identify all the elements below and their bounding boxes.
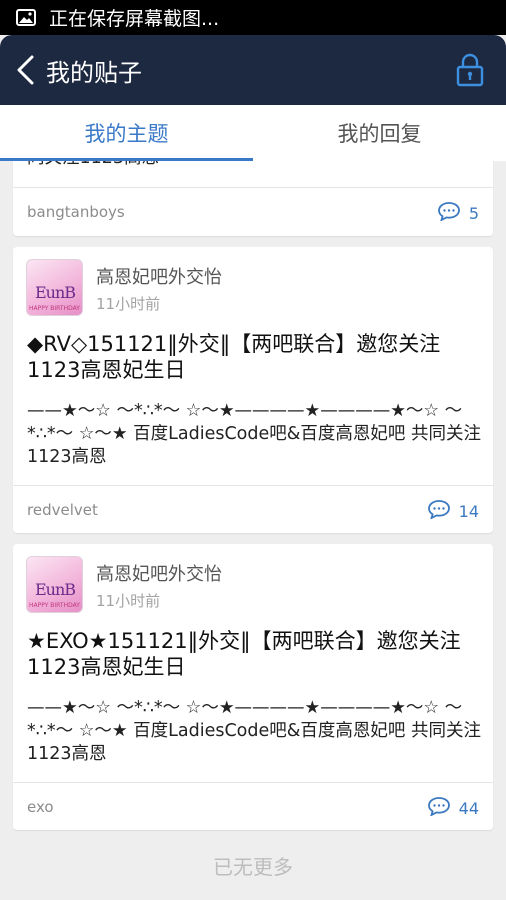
image-icon <box>15 9 37 27</box>
comment-count[interactable]: 44 <box>427 796 479 820</box>
comment-count-value: 5 <box>468 203 479 223</box>
tab-label: 我的回复 <box>337 122 422 146</box>
avatar-caption: HAPPY BIRTHDAY <box>29 602 80 609</box>
divider <box>13 187 493 188</box>
post-title[interactable]: ◆RV◇151121‖外交‖【两吧联合】邀您关注1123高恩妃生日 <box>27 331 477 383</box>
post-author[interactable]: 高恩妃吧外交怡 <box>96 263 222 289</box>
status-text: 正在保存屏幕截图... <box>49 8 220 30</box>
avatar-text: EunB <box>35 283 76 302</box>
tab-my-replies[interactable]: 我的回复 <box>253 105 506 161</box>
comment-count-value: 14 <box>458 501 479 521</box>
comment-bubble-icon <box>427 796 451 820</box>
divider <box>13 782 493 783</box>
comment-bubble-icon <box>437 201 461 225</box>
avatar-caption: HAPPY BIRTHDAY <box>29 305 80 312</box>
post-body: 同关注1123高恩 <box>27 161 159 170</box>
post-tag[interactable]: bangtanboys <box>27 203 125 221</box>
page-title: 我的贴子 <box>46 59 142 87</box>
tab-bar: 我的主题 我的回复 <box>0 105 506 161</box>
chevron-left-icon[interactable] <box>14 54 38 86</box>
post-list[interactable]: 同关注1123高恩 bangtanboys 5 EunB HAPPY BIRTH… <box>0 161 506 900</box>
lock-icon[interactable] <box>456 53 484 87</box>
post-tag[interactable]: exo <box>27 798 54 816</box>
post-body: ——★～☆ ～*∴*～ ☆～★————★————★～☆ ～*∴*～ ☆～★ 百度… <box>27 401 481 467</box>
post-card[interactable]: EunB HAPPY BIRTHDAY 高恩妃吧外交怡 11小时前 ◆RV◇15… <box>13 247 493 533</box>
comment-count-value: 44 <box>458 798 479 818</box>
post-author[interactable]: 高恩妃吧外交怡 <box>96 560 222 586</box>
comment-count[interactable]: 5 <box>437 201 479 225</box>
post-card[interactable]: 同关注1123高恩 bangtanboys 5 <box>13 161 493 236</box>
comment-bubble-icon <box>427 499 451 523</box>
post-title[interactable]: ★EXO★151121‖外交‖【两吧联合】邀您关注1123高恩妃生日 <box>27 628 477 680</box>
no-more-indicator: 已无更多 <box>213 855 293 879</box>
post-time: 11小时前 <box>96 592 161 610</box>
tab-my-topics[interactable]: 我的主题 <box>0 105 253 161</box>
avatar[interactable]: EunB HAPPY BIRTHDAY <box>26 556 83 613</box>
comment-count[interactable]: 14 <box>427 499 479 523</box>
tab-label: 我的主题 <box>84 122 169 146</box>
post-time: 11小时前 <box>96 295 161 313</box>
app-header: 我的贴子 <box>0 35 506 105</box>
divider <box>13 485 493 486</box>
post-card[interactable]: EunB HAPPY BIRTHDAY 高恩妃吧外交怡 11小时前 ★EXO★1… <box>13 544 493 830</box>
status-bar: 正在保存屏幕截图... <box>0 0 506 35</box>
avatar[interactable]: EunB HAPPY BIRTHDAY <box>26 259 83 316</box>
post-tag[interactable]: redvelvet <box>27 501 98 519</box>
post-body: ——★～☆ ～*∴*～ ☆～★————★————★～☆ ～*∴*～ ☆～★ 百度… <box>27 698 481 764</box>
avatar-text: EunB <box>35 580 76 599</box>
